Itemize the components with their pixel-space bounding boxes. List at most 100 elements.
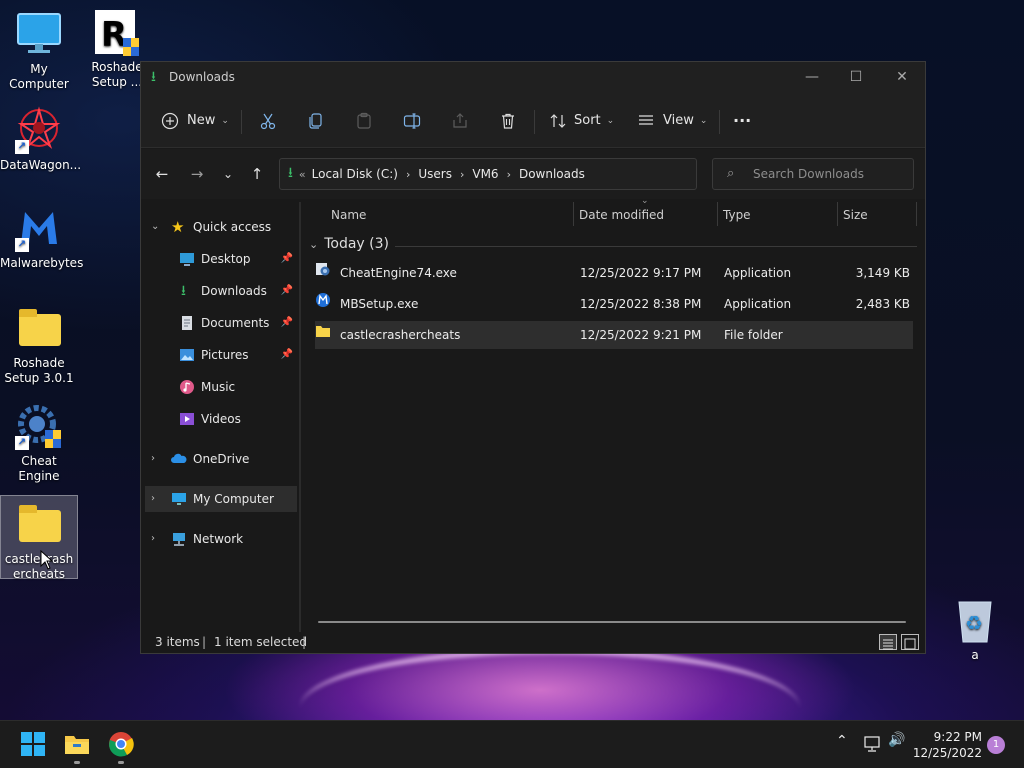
- sidebar-label: Desktop: [201, 252, 251, 266]
- title-bar[interactable]: ⭳ Downloads — ☐ ✕: [141, 62, 925, 94]
- status-divider: |: [202, 635, 207, 649]
- share-button[interactable]: [451, 106, 469, 136]
- breadcrumb-downloads[interactable]: Downloads: [519, 167, 585, 181]
- recycle-bin-icon: ♻: [951, 596, 999, 644]
- up-arrow-icon[interactable]: ↑: [246, 163, 268, 185]
- column-header-name[interactable]: Name: [331, 208, 366, 222]
- chevron-down-icon: ⌄: [151, 221, 160, 232]
- windows-start-icon[interactable]: [20, 731, 46, 757]
- status-divider: |: [302, 635, 307, 649]
- datawagon-icon: ↗: [15, 106, 63, 154]
- breadcrumb-users[interactable]: Users: [418, 167, 452, 181]
- toolbar-divider: [241, 110, 242, 134]
- address-bar[interactable]: ⭳ « Local Disk (C:) › Users › VM6 › Down…: [279, 158, 826, 190]
- group-header-today[interactable]: ⌄ Today (3): [309, 236, 389, 252]
- toolbar-divider: [534, 110, 535, 134]
- file-explorer-taskbar-icon[interactable]: [64, 731, 90, 757]
- notification-badge[interactable]: 1: [987, 736, 1005, 754]
- file-row[interactable]: CheatEngine74.exe 12/25/2022 9:17 PM App…: [315, 259, 913, 287]
- sidebar-item-quick-access[interactable]: ⌄ ★ Quick access: [145, 214, 297, 240]
- desktop-icon-label: Roshade Setup 3.0.1: [4, 356, 74, 385]
- sidebar-item-music[interactable]: Music: [145, 374, 297, 400]
- chrome-icon[interactable]: [108, 731, 134, 757]
- minimize-button[interactable]: —: [789, 62, 835, 94]
- desktop-icon-recycle-bin[interactable]: ♻ a: [936, 592, 1014, 663]
- overflow-chevron: «: [298, 167, 306, 181]
- chevron-down-icon: ⌄: [309, 238, 319, 251]
- pin-icon: 📌: [280, 317, 293, 328]
- new-label: New: [187, 113, 216, 128]
- maximize-button[interactable]: ☐: [833, 62, 879, 94]
- breadcrumb-local-disk[interactable]: Local Disk (C:): [312, 167, 398, 181]
- desktop-icon-malwarebytes[interactable]: ↗ Malwarebytes: [0, 200, 83, 271]
- system-clock[interactable]: 9:22 PM 12/25/2022: [900, 729, 982, 761]
- sidebar-item-documents[interactable]: Documents 📌: [145, 310, 297, 336]
- column-divider[interactable]: [837, 202, 838, 226]
- column-header-date[interactable]: Date modified: [579, 208, 664, 222]
- sidebar-item-downloads[interactable]: ⭳ Downloads 📌: [145, 278, 297, 304]
- cut-button[interactable]: [259, 106, 277, 136]
- desktop-icon-datawagon[interactable]: ↗ DataWagon...: [0, 102, 81, 173]
- more-options-button[interactable]: ···: [733, 106, 751, 136]
- toolbar-divider: [719, 110, 720, 134]
- tiles-view-icon: [904, 638, 916, 650]
- details-view-button[interactable]: [879, 634, 897, 650]
- tiles-view-button[interactable]: [901, 634, 919, 650]
- group-divider: [395, 246, 917, 247]
- forward-arrow-icon[interactable]: →: [186, 163, 208, 185]
- document-icon: [182, 316, 192, 330]
- running-indicator: [118, 761, 124, 764]
- delete-button[interactable]: [499, 106, 517, 136]
- videos-icon: [180, 413, 194, 425]
- sidebar-item-network[interactable]: › Network: [145, 526, 297, 552]
- paste-button[interactable]: [355, 106, 373, 136]
- sidebar-item-my-computer[interactable]: › My Computer: [145, 486, 297, 512]
- back-arrow-icon[interactable]: ←: [151, 163, 173, 185]
- column-divider[interactable]: [916, 202, 917, 226]
- search-input[interactable]: ⌕ Search Downloads: [712, 158, 914, 190]
- desktop-icon-my-computer[interactable]: My Computer: [0, 6, 78, 92]
- horizontal-scrollbar[interactable]: [318, 621, 906, 623]
- network-icon[interactable]: [864, 736, 882, 752]
- close-button[interactable]: ✕: [879, 62, 925, 94]
- copy-button[interactable]: [307, 106, 325, 136]
- column-divider[interactable]: [717, 202, 718, 226]
- sidebar-item-videos[interactable]: Videos: [145, 406, 297, 432]
- view-button[interactable]: View ⌄: [637, 106, 707, 136]
- list-view-icon: [639, 115, 653, 125]
- chevron-up-icon[interactable]: ⌃: [836, 733, 848, 749]
- desktop-icon-castlecrashercheats[interactable]: castlecrashercheats: [0, 495, 78, 581]
- chevron-right-icon: ›: [405, 167, 411, 181]
- malwarebytes-icon: ↗: [15, 204, 63, 252]
- taskbar: ⌃ 🔊 9:22 PM 12/25/2022 1: [0, 720, 1024, 768]
- recent-locations-chevron-icon[interactable]: ⌄: [217, 163, 239, 185]
- wallpaper-glow: [300, 648, 800, 720]
- pin-icon: 📌: [280, 349, 293, 360]
- navigation-bar: ← → ⌄ ↑ ⭳ « Local Disk (C:) › Users › VM…: [141, 149, 925, 199]
- column-headers: Name ⌄ Date modified Type Size: [311, 196, 917, 228]
- rename-button[interactable]: [403, 106, 421, 136]
- pin-icon: 📌: [280, 285, 293, 296]
- folder-icon: [15, 500, 63, 548]
- column-header-type[interactable]: Type: [723, 208, 751, 222]
- pane-splitter[interactable]: [299, 202, 301, 632]
- desktop-icon-roshade-folder[interactable]: Roshade Setup 3.0.1: [0, 300, 78, 386]
- sort-chevron-icon: ⌄: [641, 196, 649, 206]
- desktop-icon: [180, 253, 194, 266]
- column-divider[interactable]: [573, 202, 574, 226]
- sidebar-item-onedrive[interactable]: › OneDrive: [145, 446, 297, 472]
- file-explorer-window: ⭳ Downloads — ☐ ✕ New ⌄ Sort ⌄ View ⌄ ··…: [140, 61, 926, 654]
- chevron-right-icon: ›: [151, 493, 155, 504]
- column-header-size[interactable]: Size: [843, 208, 868, 222]
- running-indicator: [74, 761, 80, 764]
- breadcrumb-vm6[interactable]: VM6: [472, 167, 498, 181]
- sort-button[interactable]: Sort ⌄: [549, 106, 614, 136]
- file-row[interactable]: MBSetup.exe 12/25/2022 8:38 PM Applicati…: [315, 290, 913, 318]
- file-row-selected[interactable]: castlecrashercheats 12/25/2022 9:21 PM F…: [315, 321, 913, 349]
- sidebar-item-desktop[interactable]: Desktop 📌: [145, 246, 297, 272]
- new-button[interactable]: New ⌄: [161, 106, 229, 136]
- sidebar-item-pictures[interactable]: Pictures 📌: [145, 342, 297, 368]
- sidebar-label: Documents: [201, 316, 270, 330]
- desktop-icon-cheat-engine[interactable]: ↗ Cheat Engine: [0, 398, 78, 484]
- monitor-icon: [172, 493, 186, 505]
